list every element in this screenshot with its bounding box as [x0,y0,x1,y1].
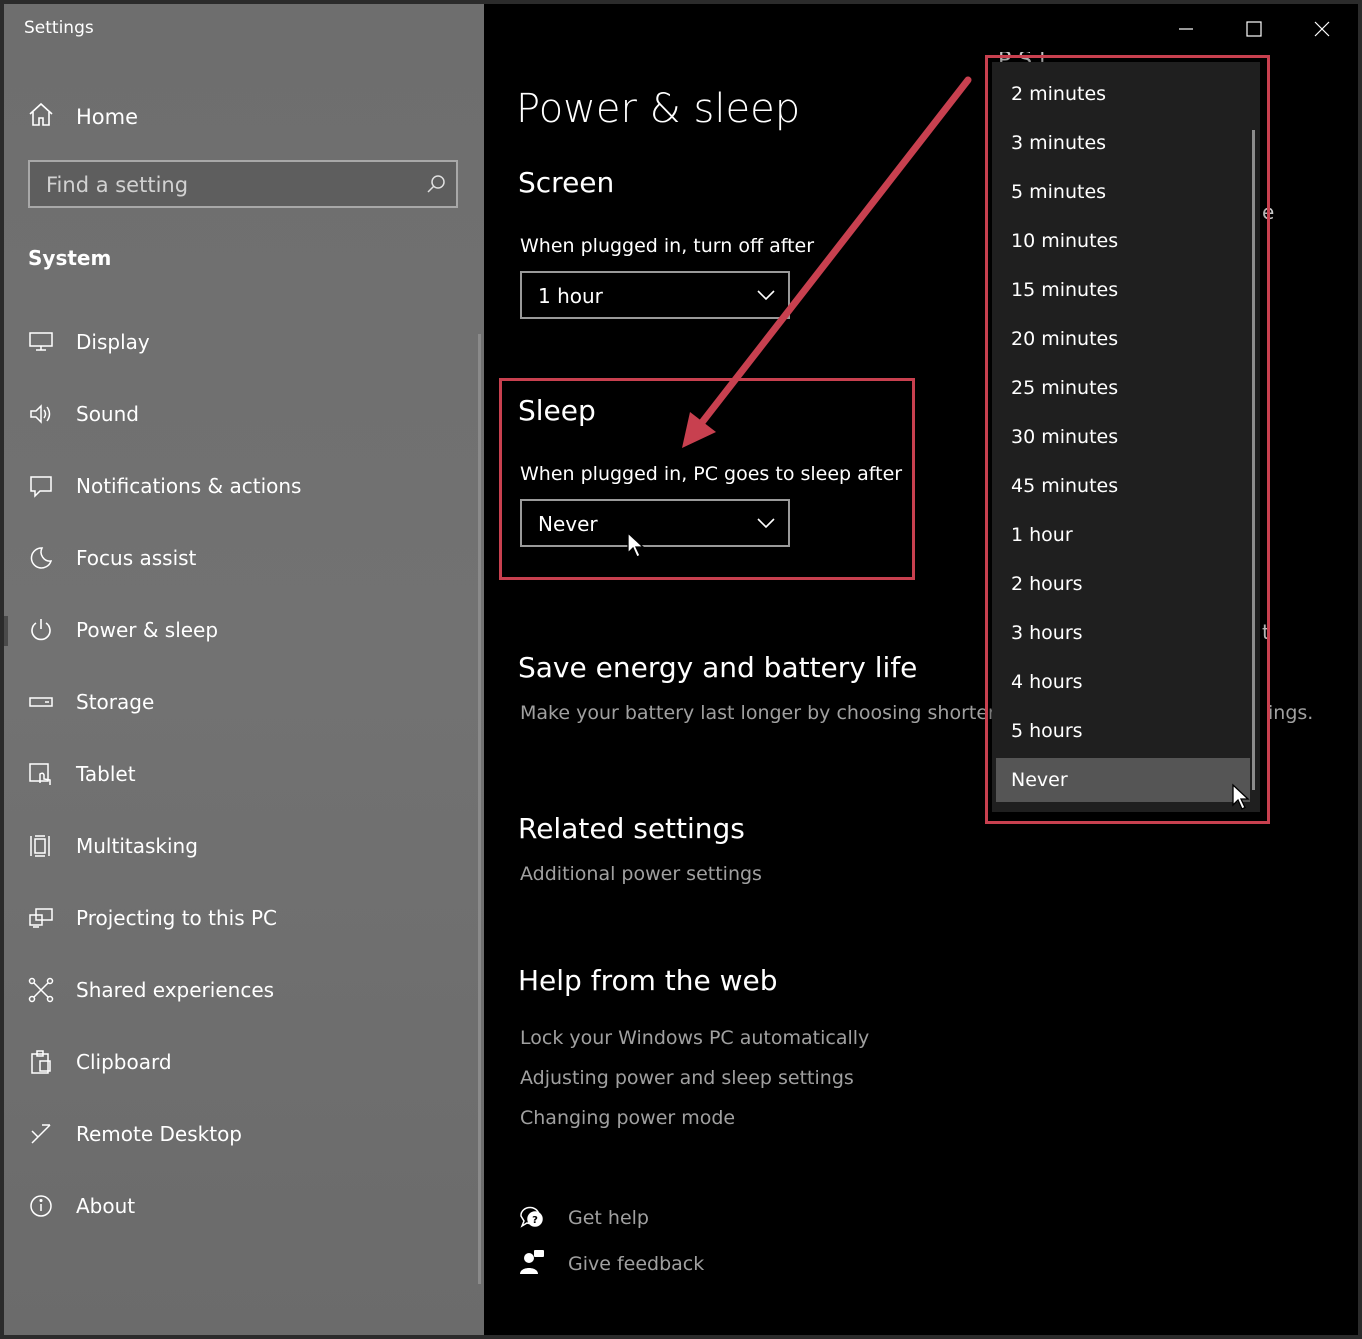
annotation-arrow [682,76,972,448]
